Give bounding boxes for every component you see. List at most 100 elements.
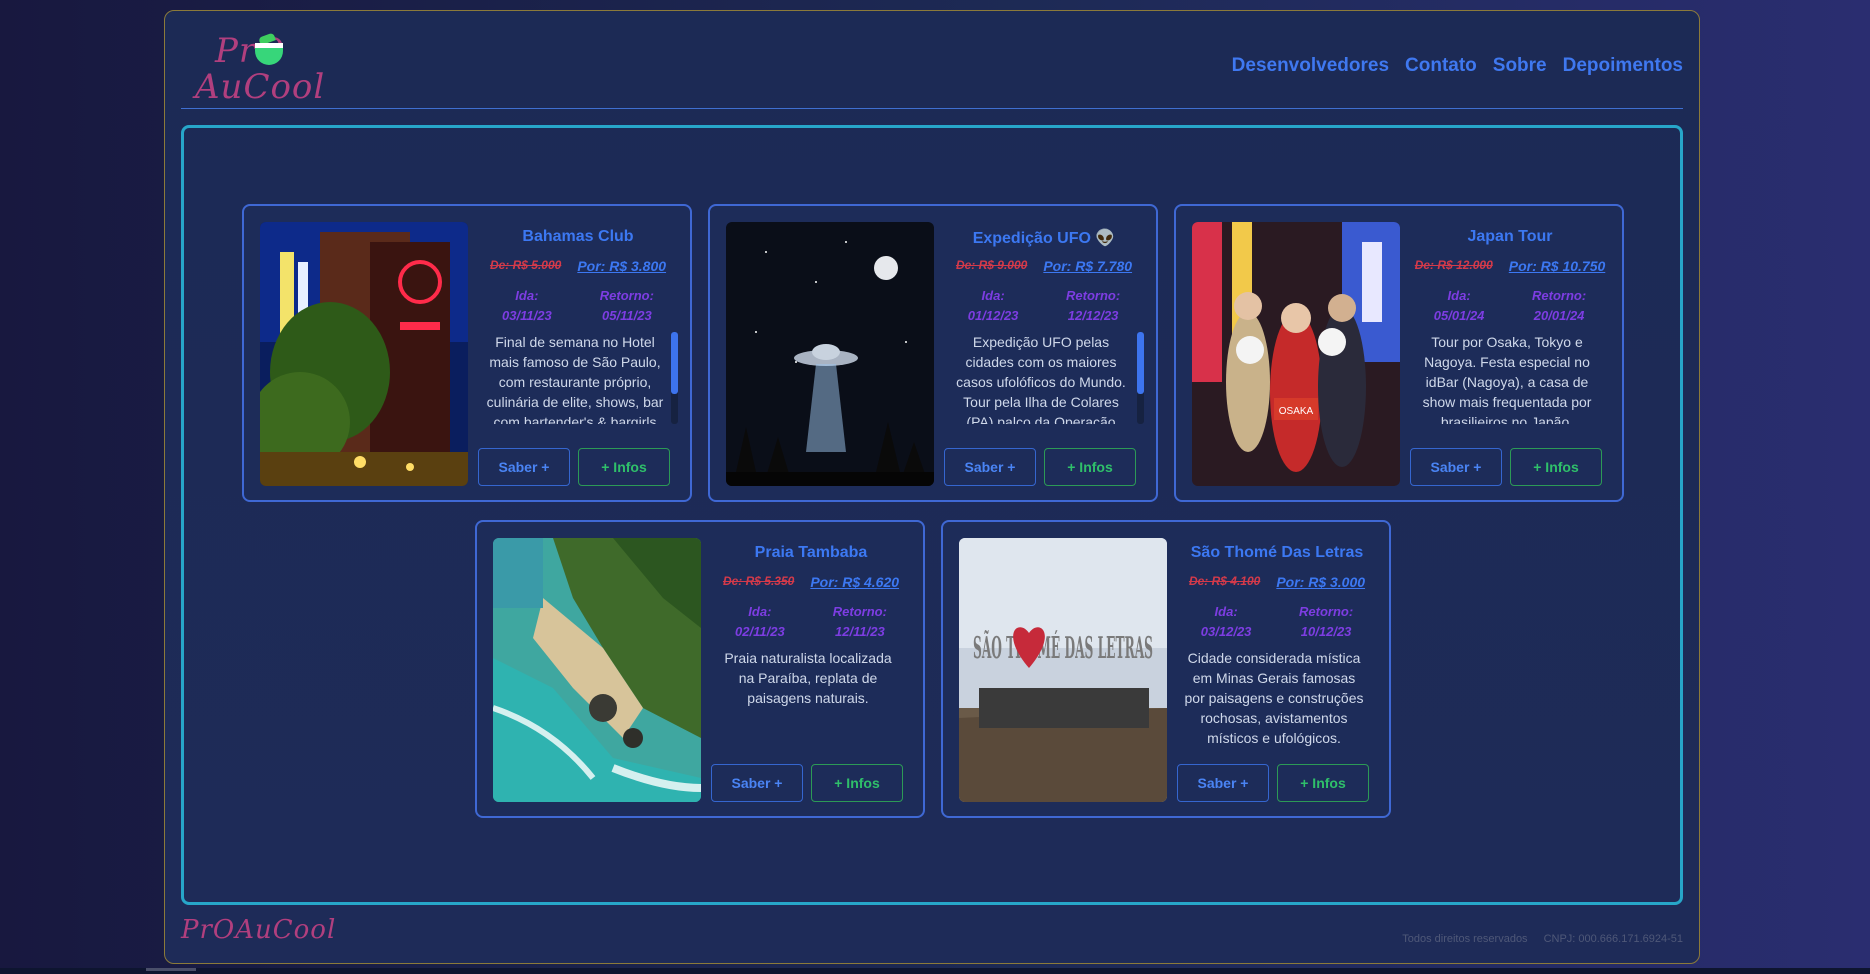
departure-label: Ida: bbox=[748, 604, 772, 619]
return: Retorno: 12/12/23 bbox=[1066, 286, 1120, 326]
dates-row: Ida: 02/11/23 Retorno: 12/11/23 bbox=[711, 602, 911, 642]
header: PrO AuCool Desenvolvedores Contato Sobre… bbox=[181, 11, 1683, 109]
dates-row: Ida: 05/01/24 Retorno: 20/01/24 bbox=[1410, 286, 1610, 326]
departure: Ida: 05/01/24 bbox=[1434, 286, 1485, 326]
mais-infos-button[interactable]: + Infos bbox=[1510, 448, 1602, 486]
old-price: De: R$ 5.000 bbox=[489, 258, 562, 272]
nav-developers[interactable]: Desenvolvedores bbox=[1232, 55, 1389, 77]
return: Retorno: 10/12/23 bbox=[1299, 602, 1353, 642]
scrollbar-thumb[interactable] bbox=[1137, 332, 1144, 394]
nav-about[interactable]: Sobre bbox=[1493, 55, 1547, 77]
dates-row: Ida: 03/11/23 Retorno: 05/11/23 bbox=[478, 286, 678, 326]
description-scrollbar[interactable] bbox=[671, 332, 678, 424]
nav-testimonials[interactable]: Depoimentos bbox=[1563, 55, 1683, 77]
package-description: Final de semana no Hotel mais famoso de … bbox=[486, 334, 664, 424]
package-title: Praia Tambaba bbox=[754, 544, 868, 561]
return-date: 05/11/23 bbox=[602, 308, 652, 323]
osaka-sign-text: OSAKA bbox=[1279, 406, 1314, 417]
package-info: São Thomé Das Letras De: R$ 4.100 Por: R… bbox=[1177, 538, 1377, 802]
cnpj-text: CNPJ: 000.666.171.6924-51 bbox=[1543, 933, 1683, 945]
card-actions: Saber + + Infos bbox=[944, 448, 1136, 486]
page-frame: PrO AuCool Desenvolvedores Contato Sobre… bbox=[164, 10, 1700, 964]
package-title: São Thomé Das Letras bbox=[1190, 544, 1364, 561]
package-info: Bahamas Club De: R$ 5.000 Por: R$ 3.800 … bbox=[478, 222, 678, 486]
saber-mais-button[interactable]: Saber + bbox=[711, 764, 803, 802]
return: Retorno: 05/11/23 bbox=[600, 286, 654, 326]
price-row: De: R$ 9.000 Por: R$ 7.780 bbox=[944, 258, 1144, 274]
return-label: Retorno: bbox=[1532, 288, 1587, 303]
new-price[interactable]: Por: R$ 10.750 bbox=[1509, 258, 1606, 274]
new-price[interactable]: Por: R$ 7.780 bbox=[1043, 258, 1132, 274]
package-card: Bahamas Club De: R$ 5.000 Por: R$ 3.800 … bbox=[242, 204, 692, 502]
departure-label: Ida: bbox=[1214, 604, 1238, 619]
dates-row: Ida: 03/12/23 Retorno: 10/12/23 bbox=[1177, 602, 1377, 642]
departure: Ida: 01/12/23 bbox=[968, 286, 1019, 326]
package-card: OSAKA Japan Tour De: R$ 12.000 Por: R$ 1… bbox=[1174, 204, 1624, 502]
saber-mais-button[interactable]: Saber + bbox=[478, 448, 570, 486]
mais-infos-button[interactable]: + Infos bbox=[1277, 764, 1369, 802]
sao-thome-sign-text: SÃO THOMÉ DAS LETRAS bbox=[973, 630, 1153, 666]
departure-label: Ida: bbox=[981, 288, 1005, 303]
old-price: De: R$ 5.350 bbox=[722, 574, 795, 588]
mais-infos-button[interactable]: + Infos bbox=[578, 448, 670, 486]
departure: Ida: 02/11/23 bbox=[735, 602, 785, 642]
mais-infos-button[interactable]: + Infos bbox=[1044, 448, 1136, 486]
return-label: Retorno: bbox=[1066, 288, 1121, 303]
departure-date: 05/01/24 bbox=[1433, 308, 1485, 323]
return-date: 20/01/24 bbox=[1533, 308, 1585, 323]
saber-mais-button[interactable]: Saber + bbox=[1177, 764, 1269, 802]
new-price[interactable]: Por: R$ 4.620 bbox=[810, 574, 899, 590]
bottom-bar-segment bbox=[146, 968, 196, 971]
old-price: De: R$ 9.000 bbox=[955, 258, 1028, 272]
return: Retorno: 20/01/24 bbox=[1532, 286, 1586, 326]
new-price[interactable]: Por: R$ 3.000 bbox=[1276, 574, 1365, 590]
package-title: Japan Tour bbox=[1467, 228, 1553, 245]
return-label: Retorno: bbox=[1299, 604, 1354, 619]
card-actions: Saber + + Infos bbox=[478, 448, 670, 486]
card-actions: Saber + + Infos bbox=[1177, 764, 1369, 802]
package-description: Cidade considerada mística em Minas Gera… bbox=[1184, 650, 1364, 746]
old-price: De: R$ 4.100 bbox=[1188, 574, 1261, 588]
scrollbar-thumb[interactable] bbox=[671, 332, 678, 394]
footer-logo[interactable]: PrOAuCool bbox=[181, 915, 336, 945]
footer-logo-text: PrOAuCool bbox=[181, 915, 337, 945]
footer: PrOAuCool Todos direitos reservados CNPJ… bbox=[181, 911, 1683, 955]
departure-date: 03/11/23 bbox=[502, 308, 552, 323]
footer-legal: Todos direitos reservados CNPJ: 000.666.… bbox=[1402, 933, 1683, 945]
package-info: Praia Tambaba De: R$ 5.350 Por: R$ 4.620… bbox=[711, 538, 911, 802]
package-title: Expedição UFO 👽 bbox=[972, 230, 1116, 247]
return-label: Retorno: bbox=[832, 604, 887, 619]
logo[interactable]: PrO AuCool bbox=[195, 25, 335, 107]
package-photo-sao-thome: SÃO THOMÉ DAS LETRAS bbox=[959, 538, 1167, 802]
package-description: Tour por Osaka, Tokyo e Nagoya. Festa es… bbox=[1422, 334, 1592, 424]
package-photo-ufo bbox=[726, 222, 934, 486]
package-info: Expedição UFO 👽 De: R$ 9.000 Por: R$ 7.7… bbox=[944, 222, 1144, 486]
departure: Ida: 03/11/23 bbox=[502, 286, 552, 326]
departure: Ida: 03/12/23 bbox=[1201, 602, 1252, 642]
saber-mais-button[interactable]: Saber + bbox=[1410, 448, 1502, 486]
package-photo-tambaba bbox=[493, 538, 701, 802]
main-nav: Desenvolvedores Contato Sobre Depoimento… bbox=[1232, 55, 1683, 77]
package-card: Praia Tambaba De: R$ 5.350 Por: R$ 4.620… bbox=[475, 520, 925, 818]
package-description: Praia naturalista localizada na Paraíba,… bbox=[724, 650, 892, 706]
package-description: Expedição UFO pelas cidades com os maior… bbox=[956, 334, 1126, 424]
bottom-bar bbox=[0, 968, 1870, 974]
return-label: Retorno: bbox=[599, 288, 654, 303]
departure-date: 01/12/23 bbox=[967, 308, 1019, 323]
departure-date: 02/11/23 bbox=[735, 624, 785, 639]
new-price[interactable]: Por: R$ 3.800 bbox=[577, 258, 666, 274]
package-card: SÃO THOMÉ DAS LETRAS São Thomé Das Letra… bbox=[941, 520, 1391, 818]
return-date: 12/11/23 bbox=[835, 624, 885, 639]
price-row: De: R$ 4.100 Por: R$ 3.000 bbox=[1177, 574, 1377, 590]
nav-contact[interactable]: Contato bbox=[1405, 55, 1477, 77]
departure-label: Ida: bbox=[515, 288, 539, 303]
package-title: Bahamas Club bbox=[522, 228, 634, 245]
rights-text: Todos direitos reservados bbox=[1402, 933, 1528, 945]
mais-infos-button[interactable]: + Infos bbox=[811, 764, 903, 802]
price-row: De: R$ 5.000 Por: R$ 3.800 bbox=[478, 258, 678, 274]
return-date: 10/12/23 bbox=[1300, 624, 1352, 639]
dates-row: Ida: 01/12/23 Retorno: 12/12/23 bbox=[944, 286, 1144, 326]
saber-mais-button[interactable]: Saber + bbox=[944, 448, 1036, 486]
departure-label: Ida: bbox=[1447, 288, 1471, 303]
description-scrollbar[interactable] bbox=[1137, 332, 1144, 424]
